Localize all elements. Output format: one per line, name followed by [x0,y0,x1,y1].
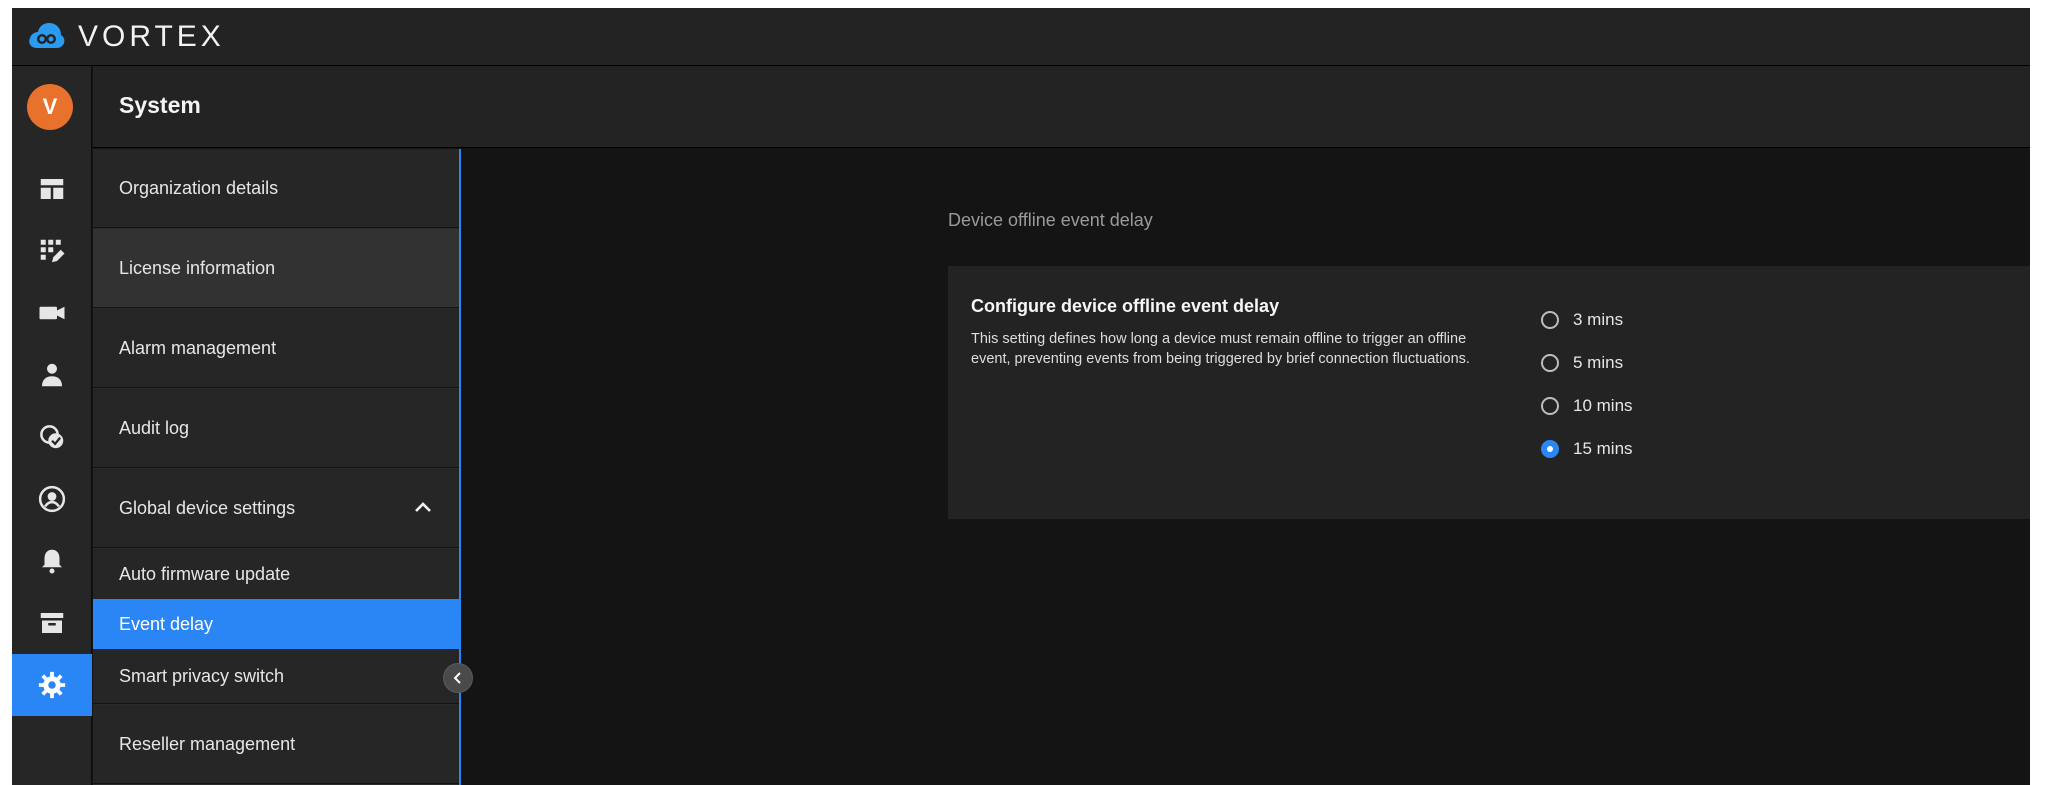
person-icon [42,363,62,387]
rail-item-dashboard[interactable] [12,158,92,220]
delay-options: 3 mins 5 mins 10 mins 15 mins [1541,298,1633,470]
settings-nav: Organization details License information… [93,149,461,785]
section-label: Device offline event delay [948,210,1153,230]
radio-option-5-mins[interactable]: 5 mins [1541,341,1633,384]
icon-rail: V [12,66,92,785]
nav-item-label: Alarm management [119,337,277,358]
rail-item-cameras[interactable] [12,282,92,344]
subnav-item-smart-privacy-switch[interactable]: Smart privacy switch [93,649,459,704]
page-header: System [93,66,2030,148]
cloud-logo-icon [29,22,65,48]
dashboard-icon [40,179,64,199]
nav-item-label: License information [119,257,276,278]
chevron-up-icon[interactable] [413,497,433,517]
nav-item-audit-log[interactable]: Audit log [93,389,459,468]
radio-option-10-mins[interactable]: 10 mins [1541,384,1633,427]
card-title: Configure device offline event delay [971,296,1280,316]
avatar[interactable]: V [27,84,73,130]
archive-icon [40,613,64,633]
tag-icon [40,425,64,449]
rail-item-users[interactable] [12,344,92,406]
collapse-sidebar-button[interactable] [443,663,473,693]
radio-label: 10 mins [1573,395,1633,415]
radio-button-selected[interactable] [1541,439,1559,458]
nav-item-label: Global device settings [119,497,296,518]
radio-option-15-mins[interactable]: 15 mins [1541,427,1633,470]
rail-item-apps[interactable] [12,220,92,282]
radio-label: 5 mins [1573,352,1624,372]
subnav-item-label: Auto firmware update [119,563,291,584]
subnav-item-event-delay[interactable]: Event delay [93,599,459,649]
radio-button[interactable] [1541,310,1559,329]
radio-button[interactable] [1541,353,1559,372]
radio-option-3-mins[interactable]: 3 mins [1541,298,1633,341]
radio-label: 3 mins [1573,309,1624,329]
nav-item-license-information[interactable]: License information [93,229,459,308]
rail-item-notifications[interactable] [12,530,92,592]
nav-item-label: Reseller management [119,733,296,754]
rail-item-tags[interactable] [12,406,92,468]
nav-item-organization-details[interactable]: Organization details [93,149,459,228]
page-title: System [119,92,201,118]
nav-item-reseller-management[interactable]: Reseller management [93,705,459,784]
rail-item-archive[interactable] [12,592,92,654]
subnav-item-label: Event delay [119,613,214,634]
rail-item-settings[interactable] [12,654,92,716]
apps-edit-icon [40,239,65,263]
radio-label: 15 mins [1573,438,1633,458]
nav-item-label: Organization details [119,177,279,198]
bell-icon [42,549,62,574]
subnav-item-auto-firmware-update[interactable]: Auto firmware update [93,549,459,599]
nav-item-label: Audit log [119,417,190,438]
radio-button[interactable] [1541,396,1559,415]
subnav-item-label: Smart privacy switch [119,665,285,686]
app-window: VORTEX V System Organization details Lic… [12,8,2030,785]
card-description: This setting defines how long a device m… [971,331,1470,367]
nav-item-alarm-management[interactable]: Alarm management [93,309,459,388]
chevron-left-icon [453,672,461,684]
account-circle-icon [38,485,66,513]
settings-card: Configure device offline event delay Thi… [948,266,2030,519]
rail-item-account[interactable] [12,468,92,530]
camera-icon [39,306,65,320]
nav-item-global-device-settings[interactable]: Global device settings [93,469,459,548]
brand-name: VORTEX [78,19,225,53]
brand-bar: VORTEX [12,8,2030,66]
gear-icon [38,671,66,699]
